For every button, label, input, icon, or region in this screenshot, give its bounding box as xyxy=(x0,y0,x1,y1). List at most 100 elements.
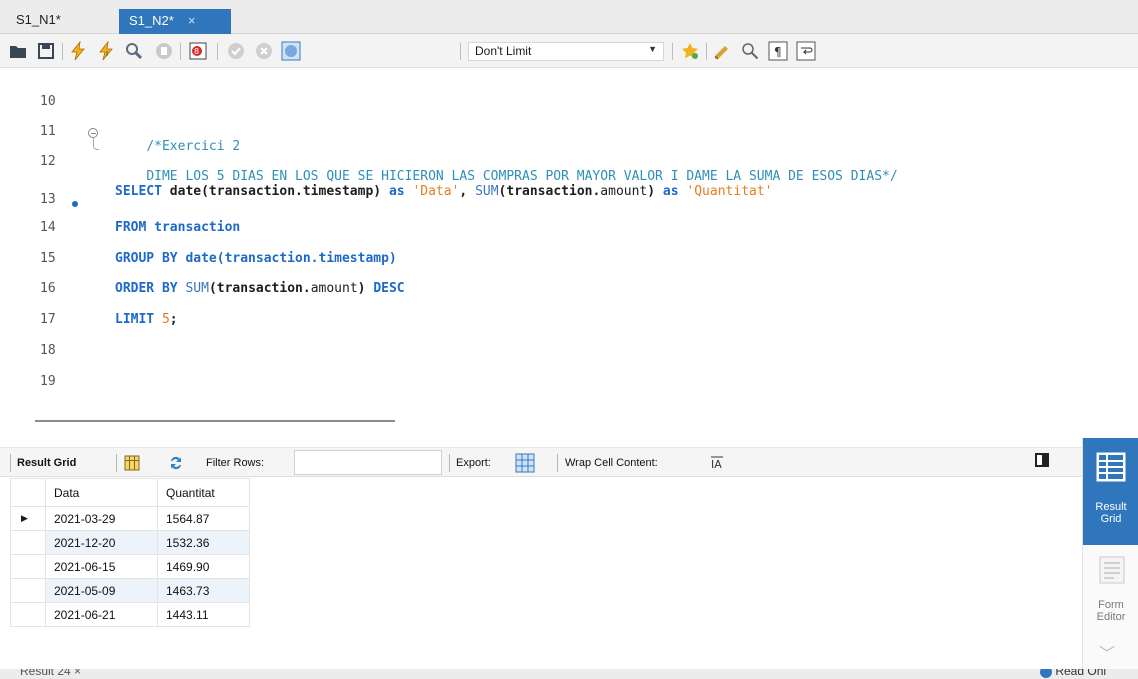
chevron-down-icon: ▼ xyxy=(648,44,657,54)
row-marker xyxy=(10,602,46,627)
commit-icon[interactable] xyxy=(226,41,246,61)
grid-columns-icon[interactable] xyxy=(124,455,140,471)
filter-rows-input[interactable] xyxy=(294,450,442,475)
info-icon xyxy=(1040,669,1052,678)
beautify-icon[interactable] xyxy=(680,41,700,61)
result-tab-bar: Result 24 × Read Onl xyxy=(0,669,1138,679)
find-icon[interactable] xyxy=(740,41,760,61)
save-icon[interactable] xyxy=(36,41,56,61)
cell-data[interactable]: 2021-06-15 xyxy=(45,554,158,579)
tab-s1-n2[interactable]: S1_N2* × xyxy=(119,9,231,34)
fold-guide xyxy=(93,138,99,150)
toolbar-separator xyxy=(706,43,707,60)
row-marker xyxy=(10,578,46,603)
svg-text:I: I xyxy=(106,50,108,58)
line-number: 12 xyxy=(40,154,56,169)
svg-text:¶: ¶ xyxy=(774,45,782,59)
result-side-panel: Result Grid Form Editor ﹀ xyxy=(1082,438,1138,669)
sql-toolbar: I 8 Don't Limit ▼ ¶ xyxy=(0,34,1138,68)
read-only-status: Read Onl xyxy=(1040,669,1106,678)
sql-keyword: as xyxy=(662,184,687,199)
cell-data[interactable]: 2021-06-21 xyxy=(45,602,158,627)
form-editor-label[interactable]: Form Editor xyxy=(1083,599,1138,623)
sql-editor[interactable]: 10 11 12 13 14 15 16 17 18 19 /*Exercici… xyxy=(0,68,1138,408)
cell-data[interactable]: 2021-05-09 xyxy=(45,578,158,603)
toolbar-separator xyxy=(449,454,450,472)
code-line-17: LIMIT 5; xyxy=(115,312,178,327)
autocommit-icon[interactable] xyxy=(281,41,301,61)
cell-quantitat[interactable]: 1469.90 xyxy=(157,554,250,579)
cell-quantitat[interactable]: 1532.36 xyxy=(157,530,250,555)
fold-toggle-icon[interactable] xyxy=(88,128,98,138)
open-folder-icon[interactable] xyxy=(8,41,28,61)
table-row[interactable]: ▶ 2021-03-29 1564.87 xyxy=(10,506,250,531)
toolbar-separator xyxy=(180,43,181,60)
row-marker xyxy=(10,530,46,555)
cell-data[interactable]: 2021-12-20 xyxy=(45,530,158,555)
bookmark-icon[interactable] xyxy=(712,41,732,61)
table-row[interactable]: 2021-12-20 1532.36 xyxy=(10,530,250,555)
toggle-error-icon[interactable]: 8 xyxy=(188,41,208,61)
cell-quantitat[interactable]: 1564.87 xyxy=(157,506,250,531)
wrap-cell-content-icon[interactable]: IA xyxy=(710,456,724,470)
current-statement-marker-icon xyxy=(72,201,78,207)
wrap-cell-content-label: Wrap Cell Content: xyxy=(565,457,658,469)
column-header-data[interactable]: Data xyxy=(45,478,158,507)
result-tab[interactable]: Result 24 × xyxy=(20,669,81,678)
code-line-14: FROM transaction xyxy=(115,220,240,235)
row-marker xyxy=(10,554,46,579)
sql-keyword: SELECT xyxy=(115,184,170,199)
toolbar-separator xyxy=(672,43,673,60)
table-row[interactable]: 2021-06-21 1443.11 xyxy=(10,602,250,627)
sql-keyword: GROUP BY date(transaction.timestamp) xyxy=(115,251,397,266)
toggle-panel-icon[interactable] xyxy=(1035,453,1049,467)
result-grid-tab[interactable]: Result Grid xyxy=(17,457,76,469)
close-tab-icon[interactable]: × xyxy=(188,13,196,28)
limit-rows-select[interactable]: Don't Limit ▼ xyxy=(468,42,664,61)
toolbar-separator xyxy=(557,454,558,472)
sql-keyword: ORDER BY xyxy=(115,281,186,296)
stop-icon[interactable] xyxy=(154,41,174,61)
rollback-icon[interactable] xyxy=(254,41,274,61)
sql-expression: (transaction. xyxy=(208,281,311,296)
table-row[interactable]: 2021-05-09 1463.73 xyxy=(10,578,250,603)
result-grid-icon xyxy=(1096,452,1126,482)
cell-quantitat[interactable]: 1443.11 xyxy=(157,602,250,627)
sql-punctuation: ; xyxy=(169,312,178,327)
word-wrap-icon[interactable] xyxy=(796,41,816,61)
export-icon[interactable] xyxy=(515,453,535,473)
execute-current-icon[interactable]: I xyxy=(96,41,116,61)
execute-icon[interactable] xyxy=(68,41,88,61)
column-header-quantitat[interactable]: Quantitat xyxy=(157,478,250,507)
limit-rows-value: Don't Limit xyxy=(475,44,532,58)
current-row-indicator-icon: ▶ xyxy=(10,506,46,531)
sql-punctuation: ) xyxy=(647,184,663,199)
sql-comment: DIME LOS 5 DIAS EN LOS QUE SE HICIERON L… xyxy=(146,169,898,184)
tab-s1-n1[interactable]: S1_N1* xyxy=(8,8,69,34)
svg-text:8: 8 xyxy=(194,47,199,56)
line-number: 19 xyxy=(40,374,56,389)
chevron-down-icon[interactable]: ﹀ xyxy=(1099,640,1115,664)
toolbar-separator xyxy=(116,454,117,472)
cell-quantitat[interactable]: 1463.73 xyxy=(157,578,250,603)
form-editor-icon[interactable] xyxy=(1099,556,1125,584)
explain-icon[interactable] xyxy=(124,41,144,61)
editor-tab-bar: S1_N1* S1_N2* × xyxy=(0,0,1138,34)
sql-string: 'Quantitat' xyxy=(686,184,773,199)
sql-keyword: as xyxy=(388,184,413,199)
result-grid-view-button[interactable]: Result Grid xyxy=(1083,438,1138,545)
svg-text:IA: IA xyxy=(711,458,722,470)
line-number: 14 xyxy=(40,220,56,235)
invisible-chars-icon[interactable]: ¶ xyxy=(768,41,788,61)
sql-column: amount xyxy=(310,281,358,296)
cell-data[interactable]: 2021-03-29 xyxy=(45,506,158,531)
sql-expression: date(transaction.timestamp) xyxy=(169,184,389,199)
result-grid-view-label: Result Grid xyxy=(1095,501,1127,525)
table-row[interactable]: 2021-06-15 1469.90 xyxy=(10,554,250,579)
toolbar-separator xyxy=(62,43,63,60)
close-result-tab-icon[interactable]: × xyxy=(74,669,81,678)
refresh-icon[interactable] xyxy=(168,455,184,471)
editor-horizontal-scrollbar[interactable] xyxy=(35,420,395,422)
sql-function: SUM xyxy=(475,184,499,199)
toolbar-separator xyxy=(460,43,461,60)
